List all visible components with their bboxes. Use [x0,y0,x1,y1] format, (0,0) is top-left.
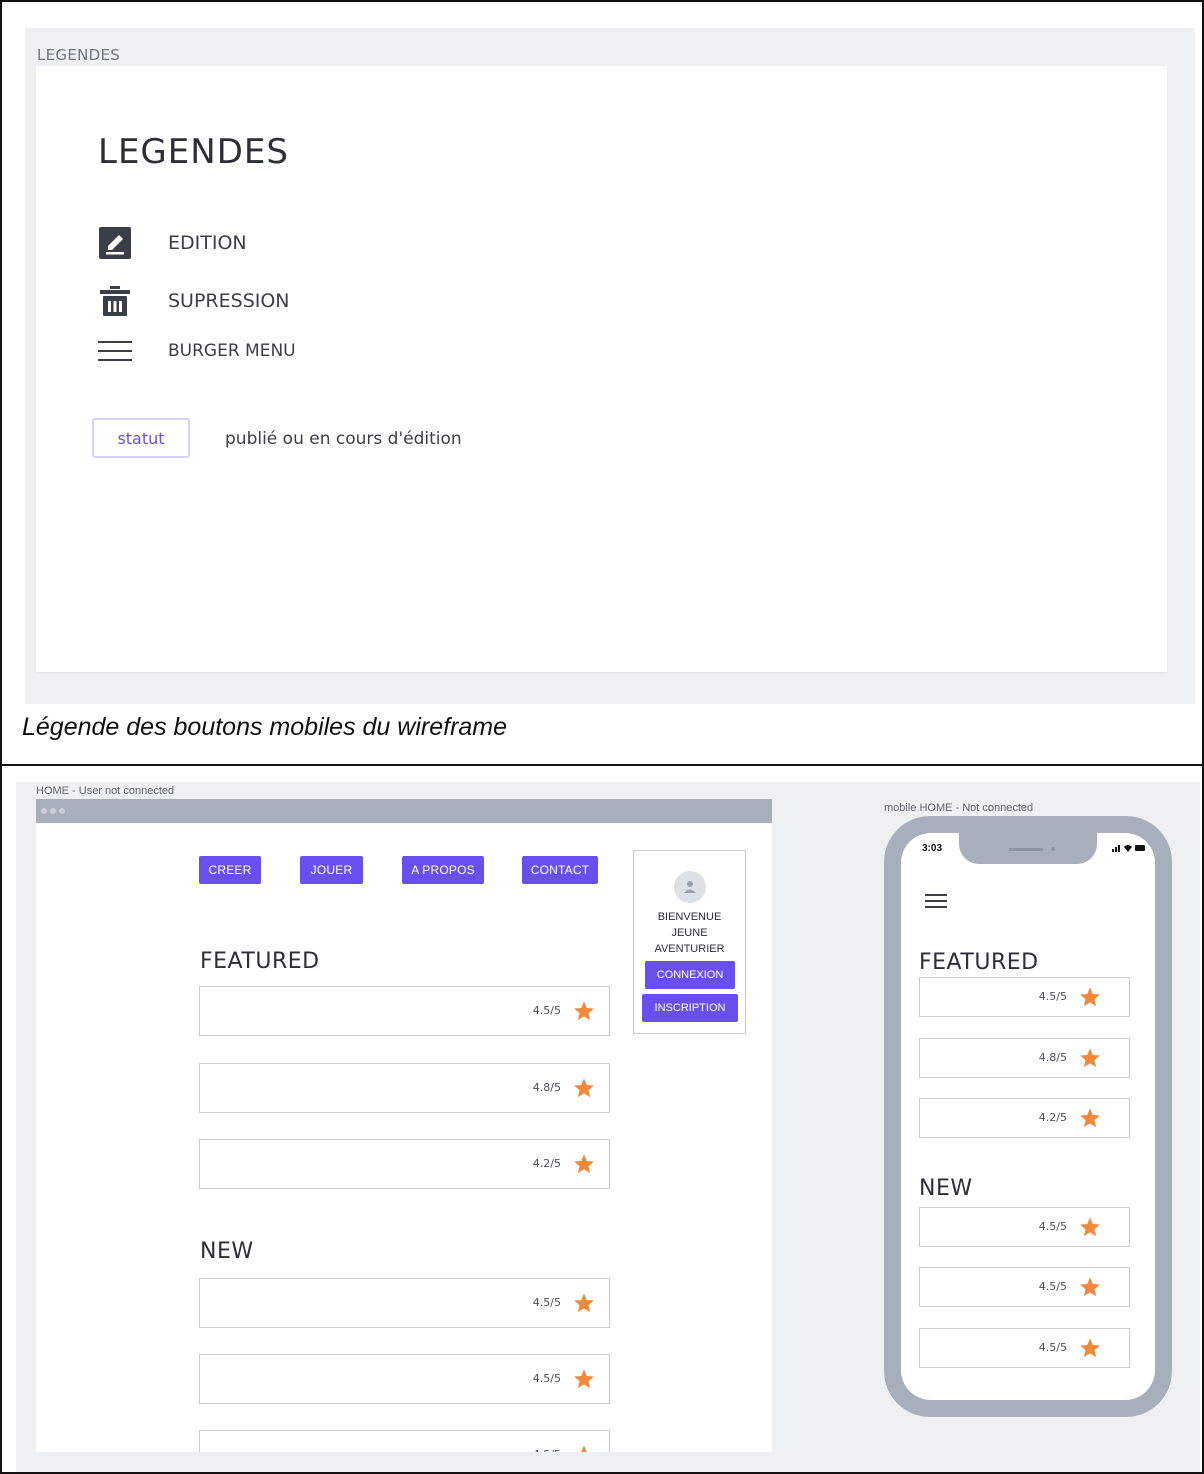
star-icon [1079,1276,1101,1298]
status-description: publié ou en cours d'édition [225,429,462,449]
mobile-new-card[interactable]: 4.5/5 [919,1207,1130,1247]
nav-jouer-button[interactable]: JOUER [300,856,363,884]
star-icon [573,1077,595,1099]
browser-title-bar [36,799,772,823]
legend-label-supression: SUPRESSION [168,290,290,312]
phone-notch [959,833,1097,864]
user-icon [684,881,696,893]
welcome-line: BIENVENUE [657,911,722,923]
star-icon [573,1000,595,1022]
card-rating: 4.5/5 [532,1296,561,1309]
status-bar-time: 3:03 [922,843,943,854]
legend-heading: LEGENDES [98,132,289,172]
legend-label-edition: EDITION [168,232,247,254]
star-icon [573,1368,595,1390]
mobile-home-screen: 3:03 FEATURED NEW 4.5/5 4.8/5 4.2/5 4.5/5 4.… [901,833,1155,1400]
welcome-line: AVENTURIER [654,943,725,955]
new-title: NEW [200,1239,254,1264]
legend-artboard: LEGENDES LEGENDES EDITION SUPRESSION BUR… [25,28,1195,704]
card-rating: 4.5/5 [533,1448,561,1452]
mobile-artboard-label: mobile HOME - Not connected [884,802,1034,814]
legend-item-burger-menu: BURGER MENU [98,334,296,368]
card-rating: 4.8/5 [532,1081,561,1094]
desktop-artboard-label: HOME - User not connected [36,785,175,797]
window-dot-icon [59,808,65,814]
mobile-featured-card[interactable]: 4.8/5 [919,1038,1130,1078]
edit-icon [98,226,132,260]
burger-menu-icon [98,334,132,368]
card-rating: 4.8/5 [1038,1051,1067,1064]
star-icon [573,1153,595,1175]
star-icon [1079,1107,1101,1129]
card-rating: 4.5/5 [1038,1341,1067,1354]
nav-a-propos-button[interactable]: A PROPOS [402,856,484,884]
connexion-button[interactable]: CONNEXION [645,961,735,989]
card-rating: 4.5/5 [1038,1220,1067,1233]
featured-card[interactable]: 4.5/5 [199,986,610,1036]
speaker-icon [1009,848,1043,851]
legend-card: LEGENDES EDITION SUPRESSION BURGER MENU … [36,66,1167,672]
welcome-message: BIENVENUE JEUNE AVENTURIER [634,909,745,957]
legend-item-supression: SUPRESSION [98,284,290,318]
legend-label-burger-menu: BURGER MENU [168,341,296,361]
nav-contact-button[interactable]: CONTACT [522,856,598,884]
card-rating: 4.2/5 [1038,1111,1067,1124]
featured-title: FEATURED [200,949,320,974]
mobile-new-card[interactable]: 4.5/5 [919,1328,1130,1368]
star-icon [1079,986,1101,1008]
mobile-featured-card[interactable]: 4.2/5 [919,1098,1130,1138]
mobile-featured-title: FEATURED [919,950,1039,975]
star-icon [573,1292,595,1314]
phone-frame: 3:03 FEATURED NEW 4.5/5 4.8/5 4.2/5 4.5/5 4.… [884,816,1172,1417]
burger-menu-icon[interactable] [925,893,947,909]
card-rating: 4.5/5 [532,1372,561,1385]
new-card[interactable]: 4.5/5 [199,1354,610,1404]
star-icon [1079,1337,1101,1359]
mobile-new-title: NEW [919,1176,973,1201]
table-row-divider [0,764,1204,766]
desktop-home-page: CREER JOUER A PROPOS CONTACT BIENVENUE J… [36,823,772,1452]
trash-icon [98,284,132,318]
featured-card[interactable]: 4.2/5 [199,1139,610,1189]
inscription-button[interactable]: INSCRIPTION [642,994,738,1022]
mobile-featured-card[interactable]: 4.5/5 [919,977,1130,1017]
artboard-title: LEGENDES [37,46,121,64]
window-dot-icon [50,808,56,814]
status-badge[interactable]: statut [92,418,190,458]
nav-creer-button[interactable]: CREER [199,856,261,884]
legend-item-edition: EDITION [98,226,247,260]
new-card[interactable]: 4.5/5 [199,1278,610,1328]
card-rating: 4.5/5 [1038,1280,1067,1293]
new-card[interactable]: 4.5/5 [199,1430,610,1452]
avatar [674,871,706,903]
card-rating: 4.5/5 [532,1004,561,1017]
star-icon [573,1444,595,1452]
status-bar-icons [1112,845,1145,852]
login-panel: BIENVENUE JEUNE AVENTURIER CONNEXION INS… [633,850,746,1034]
card-rating: 4.2/5 [532,1157,561,1170]
star-icon [1079,1047,1101,1069]
welcome-line: JEUNE [671,927,708,939]
mobile-new-card[interactable]: 4.5/5 [919,1267,1130,1307]
window-dot-icon [41,808,47,814]
card-rating: 4.5/5 [1038,990,1067,1003]
camera-icon [1051,847,1055,851]
star-icon [1079,1216,1101,1238]
legend-caption: Légende des boutons mobiles du wireframe [22,713,508,741]
featured-card[interactable]: 4.8/5 [199,1063,610,1113]
